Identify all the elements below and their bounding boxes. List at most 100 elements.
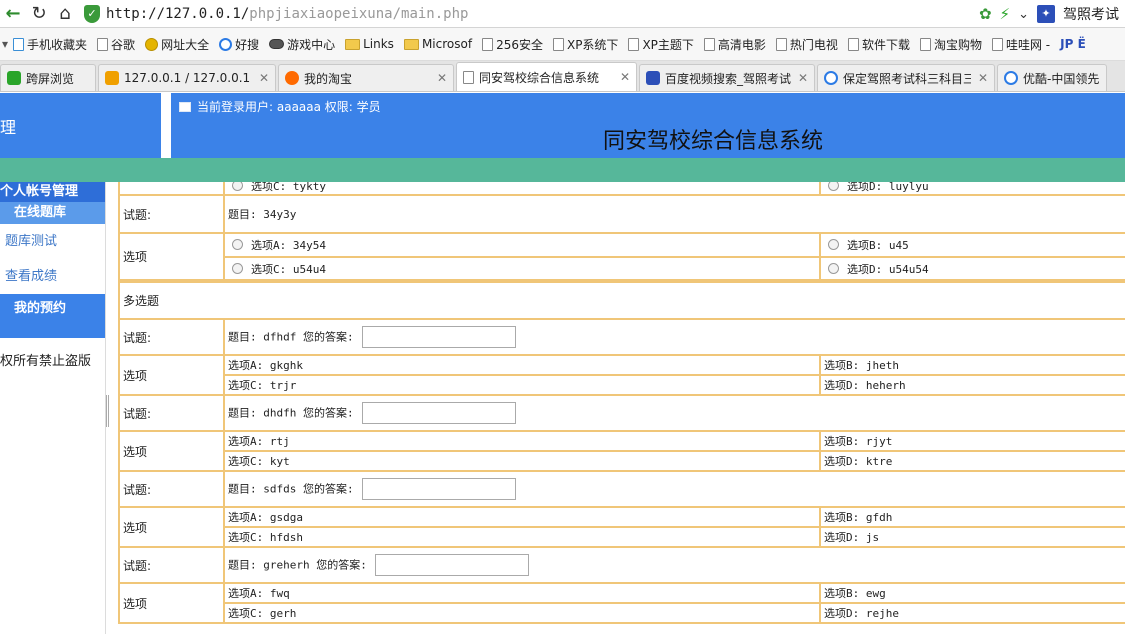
option-c: 选项C: kyt xyxy=(223,450,821,472)
page-icon xyxy=(775,37,787,51)
baidu-paw-icon[interactable]: ✦ xyxy=(1037,5,1055,23)
sidebar-item-quiz-test[interactable]: 题库测试 xyxy=(0,224,105,259)
bookmark-haosou[interactable]: 好搜 xyxy=(214,36,264,53)
tab-cross-screen[interactable]: 跨屏浏览 xyxy=(0,64,96,91)
radio-button[interactable] xyxy=(828,262,839,274)
multi-choice-heading: 多选题 xyxy=(118,279,1125,320)
bookmark-tv[interactable]: 热门电视 xyxy=(771,36,843,53)
bookmark-256[interactable]: 256安全 xyxy=(477,36,548,53)
question-cell: 题目: dhdfh 您的答案: xyxy=(223,394,1125,432)
search-input[interactable]: 驾照考试 xyxy=(1063,4,1119,24)
page-icon xyxy=(463,70,474,84)
answer-input[interactable] xyxy=(361,402,516,424)
green-divider-bar xyxy=(0,158,1125,182)
tab-baidu-video[interactable]: 百度视频搜索_驾照考试 ✕ xyxy=(639,64,815,91)
taobao-icon xyxy=(285,71,299,85)
system-title: 同安驾校综合信息系统 xyxy=(602,129,823,154)
close-icon[interactable]: ✕ xyxy=(620,70,630,84)
search-q-icon xyxy=(219,37,233,51)
bookmark-xp-theme[interactable]: XP主题下 xyxy=(623,36,698,53)
sidebar-item-my-booking[interactable]: 我的预约 xyxy=(0,294,105,338)
bookmark-microsoft[interactable]: Microsof xyxy=(399,37,477,51)
bookmark-xp-system[interactable]: XP系统下 xyxy=(548,36,623,53)
bookmark-links[interactable]: Links xyxy=(340,37,399,51)
option-b[interactable]: 选项B: u45 xyxy=(819,232,1125,258)
title-banner: 当前登录用户: aaaaaa 权限: 学员 同安驾校综合信息系统 xyxy=(171,93,1125,158)
url-field[interactable]: http://127.0.0.1/phpjiaxiaopeixuna/main.… xyxy=(106,6,468,22)
copyright-text: 权所有禁止盗版 xyxy=(0,354,92,369)
question-label: 试题: xyxy=(118,546,225,584)
question-text: 题目: sdfds 您的答案: xyxy=(228,482,354,496)
option-c[interactable]: 选项C: tykty xyxy=(223,182,821,196)
bookmarks-bar: ▾ 手机收藏夹 谷歌 网址大全 好搜 游戏中心 Links Microsof 2… xyxy=(0,28,1125,61)
options-label: 选项 xyxy=(118,430,225,472)
frame-splitter-handle[interactable] xyxy=(106,395,109,427)
bookmark-wawa[interactable]: 哇哇网 - xyxy=(987,36,1055,53)
option-label-cell xyxy=(118,182,225,196)
gear-icon[interactable]: ✿ xyxy=(979,5,992,23)
bookmark-sites[interactable]: 网址大全 xyxy=(140,36,214,53)
chevron-down-icon[interactable]: ⌄ xyxy=(1018,7,1029,22)
page-icon xyxy=(97,37,109,51)
tab-strip: 跨屏浏览 127.0.0.1 / 127.0.0.1 ✕ 我的淘宝 ✕ 同安驾校综合… xyxy=(0,61,1125,92)
bookmark-hd-movies[interactable]: 高清电影 xyxy=(699,36,771,53)
close-icon[interactable]: ✕ xyxy=(437,71,447,85)
shield-icon[interactable]: ✓ xyxy=(84,4,100,23)
bookmarks-chevron-icon[interactable]: ▾ xyxy=(0,37,8,51)
option-d[interactable]: 选项D: luylyu xyxy=(819,182,1125,196)
tab-baoding[interactable]: 保定驾照考试科三科目三 ✕ xyxy=(817,64,995,91)
sidebar-section-account[interactable]: 个人帐号管理 xyxy=(0,182,105,202)
home-icon[interactable]: ⌂ xyxy=(52,2,78,26)
radio-button[interactable] xyxy=(828,182,839,191)
radio-button[interactable] xyxy=(232,182,243,191)
answer-input[interactable] xyxy=(361,478,516,500)
options-label: 选项 xyxy=(118,354,225,396)
bookmark-taobao[interactable]: 淘宝购物 xyxy=(915,36,987,53)
tab-school-system[interactable]: 同安驾校综合信息系统 ✕ xyxy=(456,62,637,91)
option-a: 选项A: gsdga xyxy=(223,506,821,528)
bookmark-software[interactable]: 软件下载 xyxy=(843,36,915,53)
option-a[interactable]: 选项A: 34y54 xyxy=(223,232,821,258)
page-icon xyxy=(991,37,1003,51)
user-card-icon xyxy=(179,101,191,112)
refresh-icon[interactable]: ↻ xyxy=(26,2,52,26)
bookmark-jp[interactable]: JP Ë xyxy=(1055,37,1091,51)
options-label: 选项 xyxy=(118,506,225,548)
option-a: 选项A: fwq xyxy=(223,582,821,604)
left-banner: 理 xyxy=(0,93,161,158)
baidu-paw-icon xyxy=(646,71,660,85)
option-a: 选项A: rtj xyxy=(223,430,821,452)
radio-button[interactable] xyxy=(828,239,839,250)
sidebar-item-view-scores[interactable]: 查看成绩 xyxy=(0,259,105,294)
gamepad-icon xyxy=(269,39,285,49)
bookmark-games[interactable]: 游戏中心 xyxy=(264,36,340,53)
tab-youku[interactable]: 优酷-中国领先 xyxy=(997,64,1107,91)
close-icon[interactable]: ✕ xyxy=(798,71,808,85)
tab-phpmyadmin[interactable]: 127.0.0.1 / 127.0.0.1 ✕ xyxy=(98,64,276,91)
option-d[interactable]: 选项D: u54u54 xyxy=(819,256,1125,282)
page-icon xyxy=(703,37,715,51)
lightning-icon[interactable]: ⚡ xyxy=(1000,5,1011,23)
tab-my-taobao[interactable]: 我的淘宝 ✕ xyxy=(278,64,454,91)
radio-button[interactable] xyxy=(232,262,243,274)
bookmark-google[interactable]: 谷歌 xyxy=(92,36,140,53)
close-icon[interactable]: ✕ xyxy=(259,71,269,85)
phone-icon xyxy=(13,37,25,51)
folder-icon xyxy=(345,38,361,50)
sidebar-item-online-bank[interactable]: 在线题库 xyxy=(0,202,105,224)
phpmyadmin-icon xyxy=(105,71,119,85)
quiz-content: 选项C: tykty 选项D: luylyu 试题: 题目: 34y3y 选项 … xyxy=(118,182,1125,634)
page-icon xyxy=(552,37,564,51)
close-icon[interactable]: ✕ xyxy=(978,71,988,85)
option-c: 选项C: trjr xyxy=(223,374,821,396)
question-text: 题目: greherh 您的答案: xyxy=(228,558,367,572)
back-arrow-icon[interactable]: ← xyxy=(0,2,26,26)
option-c[interactable]: 选项C: u54u4 xyxy=(223,256,821,282)
page-icon xyxy=(482,37,494,51)
page-icon xyxy=(919,37,931,51)
bookmark-mobile[interactable]: 手机收藏夹 xyxy=(8,36,92,53)
answer-input[interactable] xyxy=(361,326,516,348)
answer-input[interactable] xyxy=(374,554,529,576)
radio-button[interactable] xyxy=(232,239,243,250)
url-path: phpjiaxiaopeixuna/main.php xyxy=(249,5,469,22)
